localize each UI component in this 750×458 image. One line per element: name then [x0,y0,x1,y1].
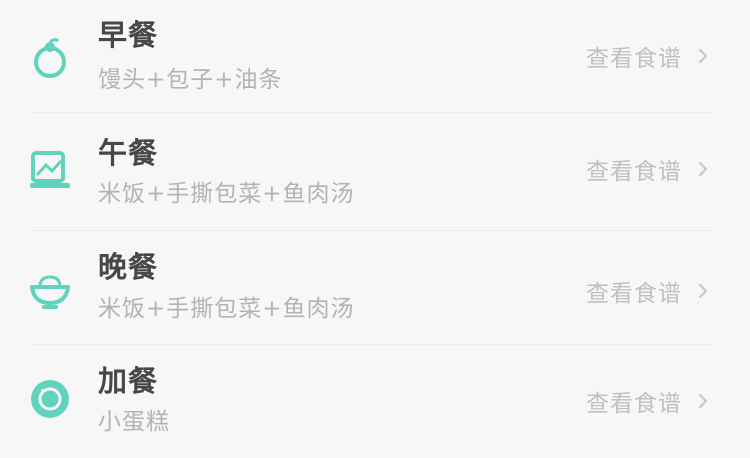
meal-description: 小蛋糕 [98,409,170,435]
view-recipe-button[interactable]: 查看食谱 [586,386,712,417]
cookie-icon [31,380,69,418]
chevron-right-icon [698,393,708,409]
meal-description: 米饭+手撕包菜+鱼肉汤 [98,296,355,322]
meal-title: 早餐 [98,18,159,52]
lunch-box-icon [30,151,70,188]
meal-title: 加餐 [98,364,159,398]
view-recipe-label: 查看食谱 [586,391,682,417]
chevron-right-icon [698,283,708,299]
meal-title: 晚餐 [98,250,159,284]
apple-icon [34,38,66,78]
meal-title: 午餐 [98,136,159,170]
meal-row-breakfast[interactable]: 早餐 馒头+包子+油条 查看食谱 [0,0,750,112]
meal-description: 馒头+包子+油条 [98,67,283,93]
meal-description: 米饭+手撕包菜+鱼肉汤 [98,181,355,207]
bowl-icon [30,275,70,309]
chevron-right-icon [698,161,708,177]
view-recipe-button[interactable]: 查看食谱 [586,41,712,72]
view-recipe-button[interactable]: 查看食谱 [586,276,712,307]
meal-row-snack[interactable]: 加餐 小蛋糕 查看食谱 [0,345,750,458]
view-recipe-button[interactable]: 查看食谱 [586,154,712,185]
view-recipe-label: 查看食谱 [586,281,682,307]
meal-list: 早餐 馒头+包子+油条 查看食谱 午餐 米饭+手撕包菜+鱼肉汤 查看食谱 晚餐 … [0,0,750,458]
view-recipe-label: 查看食谱 [586,46,682,72]
meal-row-lunch[interactable]: 午餐 米饭+手撕包菜+鱼肉汤 查看食谱 [0,113,750,230]
chevron-right-icon [698,48,708,64]
meal-row-dinner[interactable]: 晚餐 米饭+手撕包菜+鱼肉汤 查看食谱 [0,231,750,344]
view-recipe-label: 查看食谱 [586,159,682,185]
